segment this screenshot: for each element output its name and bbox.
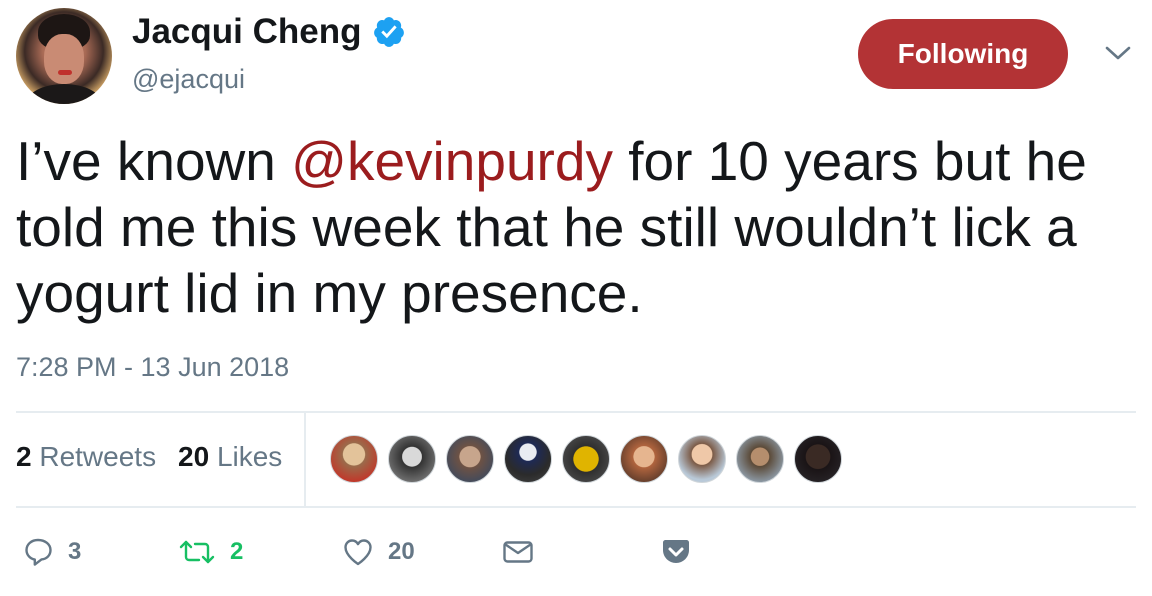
like-count: 20 [388, 538, 415, 565]
likes-label: Likes [216, 441, 283, 472]
liker-avatar[interactable] [736, 435, 784, 483]
chevron-down-icon[interactable] [1104, 44, 1132, 62]
reply-action[interactable]: 3 [22, 528, 81, 576]
envelope-icon [503, 541, 533, 563]
verified-badge-icon [374, 17, 404, 47]
liker-avatar[interactable] [794, 435, 842, 483]
heart-icon [344, 539, 372, 566]
retweet-icon [179, 540, 215, 564]
retweets-count: 2 [16, 441, 32, 472]
liker-avatar[interactable] [504, 435, 552, 483]
retweet-action[interactable]: 2 [178, 528, 243, 576]
message-action[interactable] [502, 528, 534, 576]
user-name-block: Jacqui Cheng @ejacqui [132, 12, 406, 95]
stats-row: 2 Retweets 20 Likes [16, 413, 1136, 507]
likes-count: 20 [178, 441, 210, 472]
liker-avatar[interactable] [330, 435, 378, 483]
tweet-header: Jacqui Cheng @ejacqui Following [16, 8, 1136, 108]
pocket-action[interactable] [660, 528, 692, 576]
liker-avatar[interactable] [388, 435, 436, 483]
liker-avatar[interactable] [562, 435, 610, 483]
display-name[interactable]: Jacqui Cheng [132, 12, 361, 52]
reply-count: 3 [68, 538, 82, 565]
stats-separator [304, 413, 306, 507]
following-button[interactable]: Following [858, 19, 1068, 89]
tweet-actions: 3 2 20 [16, 528, 1136, 576]
like-action[interactable]: 20 [342, 528, 415, 576]
liker-avatar[interactable] [678, 435, 726, 483]
divider-bottom [16, 506, 1136, 508]
tweet-text: I’ve known @kevinpurdy for 10 years but … [16, 128, 1126, 326]
mention-link[interactable]: @kevinpurdy [291, 130, 613, 192]
retweets-stat[interactable]: 2 Retweets [16, 441, 156, 473]
liker-avatar[interactable] [620, 435, 668, 483]
user-avatar[interactable] [16, 8, 112, 104]
likes-stat[interactable]: 20 Likes [178, 441, 282, 473]
pocket-icon [663, 540, 689, 563]
liker-avatar[interactable] [446, 435, 494, 483]
tweet-text-before: I’ve known [16, 130, 292, 192]
reply-icon [25, 538, 52, 566]
retweets-label: Retweets [39, 441, 157, 472]
user-handle[interactable]: @ejacqui [132, 64, 406, 95]
tweet-timestamp[interactable]: 7:28 PM - 13 Jun 2018 [16, 352, 289, 383]
retweet-count: 2 [230, 538, 244, 565]
